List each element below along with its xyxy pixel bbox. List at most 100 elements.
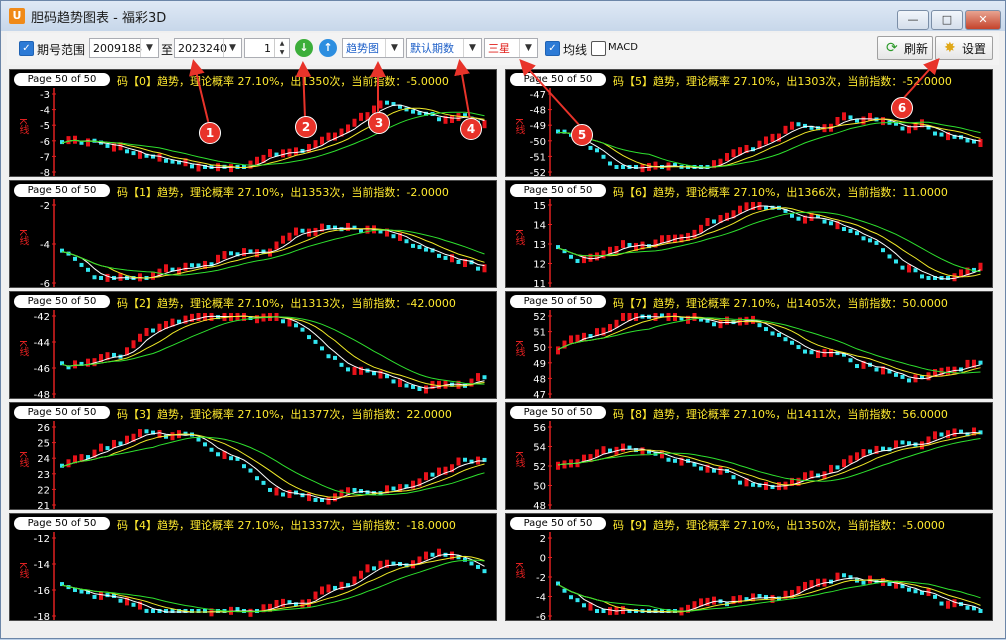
kline-candle [582, 255, 586, 264]
y-tick-label: 14 [533, 221, 546, 232]
kline-candle [339, 362, 344, 367]
kline-candle [222, 164, 227, 169]
y-tick-label: 50 [533, 343, 546, 354]
kline-candle [660, 235, 664, 244]
kline-candle [855, 364, 859, 369]
kline-candle [894, 440, 898, 449]
kline-candle [933, 431, 937, 440]
kline-candle [868, 449, 872, 454]
y-tick-label: -3 [40, 90, 50, 101]
kline-candle [569, 335, 573, 344]
ma-checkbox[interactable]: ✓ [545, 41, 560, 56]
kline-candle [569, 254, 573, 259]
kline-candle [313, 339, 318, 344]
kline-candle [595, 609, 599, 613]
period-mode-value: 默认期数 [410, 42, 454, 55]
kline-candle [965, 359, 970, 368]
page-indicator[interactable]: Page 50 of 50 [510, 295, 606, 308]
annotation-badge-3: 3 [368, 112, 390, 134]
macd-checkbox[interactable] [591, 41, 606, 56]
page-indicator[interactable]: Page 50 of 50 [14, 73, 110, 86]
kline-candle [463, 457, 467, 462]
y-tick-label: 22 [37, 485, 50, 496]
y-tick-label: 21 [37, 501, 50, 510]
kline-candle [848, 455, 853, 464]
step-stepper[interactable]: 1 ▲ ▼ [244, 38, 290, 58]
kline-candle [105, 446, 110, 451]
page-indicator[interactable]: Page 50 of 50 [14, 184, 110, 197]
kline-candle [848, 228, 853, 233]
y-tick-label: -16 [34, 586, 50, 597]
page-indicator[interactable]: Page 50 of 50 [510, 406, 606, 419]
chart-title: 码【7】趋势，理论概率 27.10%，出1405次，当前指数：50.0000 [613, 297, 948, 310]
stepper-arrows-icon[interactable]: ▲ ▼ [274, 39, 289, 57]
kline-candle [144, 429, 149, 434]
period-mode-select[interactable]: 默认期数 ▼ [406, 38, 482, 58]
kline-candle [712, 219, 716, 224]
minimize-button[interactable]: — [897, 10, 929, 30]
kline-candle [424, 385, 428, 394]
kline-candle [881, 446, 885, 451]
kline-candle [608, 607, 612, 616]
kline-candle [595, 252, 599, 261]
kline-candle [430, 472, 435, 477]
kline-candle [73, 135, 77, 144]
y-axis-label: K线 [17, 229, 28, 246]
kline-candle [582, 603, 586, 608]
settings-button[interactable]: ✸ 设置 [935, 36, 993, 60]
kline-candle [887, 254, 892, 259]
kline-candle [300, 228, 305, 233]
chart-type-select[interactable]: 趋势图 ▼ [342, 38, 404, 58]
start-period-select[interactable]: 2009188 ▼ [89, 38, 159, 58]
kline-candle [482, 120, 487, 129]
chart-panel: 2 0 -2 -4 -6 Page 50 of 50 码【9】趋势，理论概率 27.10%，… [505, 513, 993, 621]
page-indicator[interactable]: Page 50 of 50 [510, 73, 606, 86]
kline-candle [196, 313, 201, 321]
kline-candle [190, 164, 194, 169]
kline-candle [274, 487, 279, 496]
arrow-up-icon[interactable]: ↑ [319, 39, 337, 57]
page-indicator[interactable]: Page 50 of 50 [510, 517, 606, 530]
kline-candle [151, 271, 155, 280]
kline-candle [855, 231, 859, 236]
kline-candle [437, 380, 441, 389]
page-indicator[interactable]: Page 50 of 50 [510, 184, 606, 197]
kline-candle [391, 486, 396, 491]
chart-title: 码【2】趋势，理论概率 27.10%，出1313次，当前指数：-42.0000 [117, 297, 456, 310]
kline-candle [456, 113, 461, 122]
kline-candle [404, 239, 409, 244]
refresh-button[interactable]: ⟳ 刷新 [877, 36, 933, 60]
kline-candle [391, 379, 396, 384]
period-range-checkbox[interactable]: ✓ [19, 41, 34, 56]
maximize-button[interactable]: □ [931, 10, 963, 30]
page-indicator[interactable]: Page 50 of 50 [14, 517, 110, 530]
kline-candle [777, 332, 781, 337]
end-period-select[interactable]: 2023240 ▼ [174, 38, 242, 58]
kline-candle [764, 136, 768, 145]
close-button[interactable]: ✕ [965, 10, 1001, 30]
kline-candle [183, 262, 188, 271]
page-indicator[interactable]: Page 50 of 50 [14, 295, 110, 308]
kline-candle [463, 557, 467, 562]
kline-candle [190, 263, 194, 268]
kline-candle [261, 249, 266, 254]
refresh-label: 刷新 [904, 42, 929, 56]
position-select[interactable]: 三星 ▼ [484, 38, 538, 58]
y-tick-label: -48 [530, 106, 546, 117]
kline-candle [796, 216, 801, 221]
kline-candle [378, 100, 383, 109]
page-indicator[interactable]: Page 50 of 50 [14, 406, 110, 419]
kline-candle [822, 219, 827, 224]
kline-candle [281, 235, 285, 244]
kline-candle [424, 472, 428, 481]
y-tick-label: -4 [40, 240, 50, 251]
y-tick-label: -4 [536, 593, 546, 604]
kline-candle [300, 493, 305, 498]
kline-candle [790, 121, 794, 130]
chart-panel: -3 -4 -5 -6 -7 -8 Page 50 of 50 码【0】趋势，理论概率 27.… [9, 69, 497, 177]
arrow-down-icon[interactable]: ↓ [295, 39, 313, 57]
y-tick-label: 52 [533, 312, 546, 323]
kline-candle [868, 238, 872, 243]
kline-candle [92, 275, 97, 280]
kline-candle [640, 447, 645, 456]
